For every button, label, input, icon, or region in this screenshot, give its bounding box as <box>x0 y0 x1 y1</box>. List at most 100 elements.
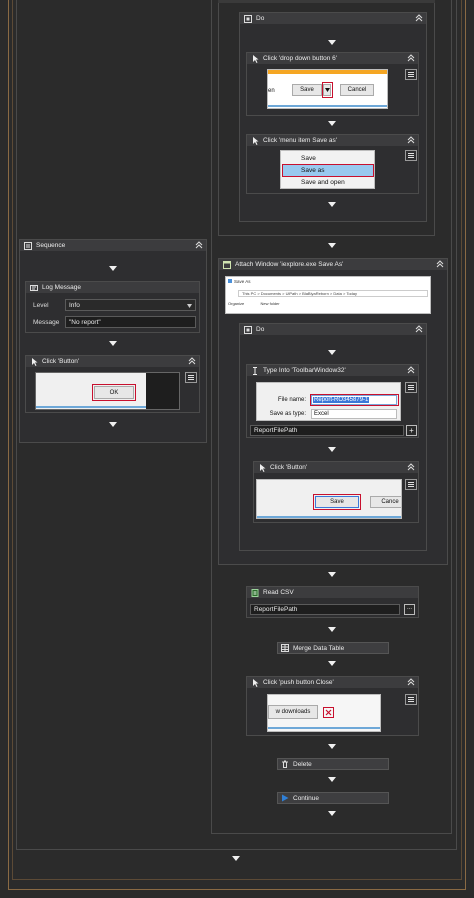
activity-menu-button[interactable] <box>405 150 417 161</box>
cursor-icon <box>30 357 38 366</box>
cancel-button[interactable]: Cancel <box>340 84 374 96</box>
attach-window-title: Attach Window 'iexplore.exe Save As' <box>235 261 344 268</box>
flow-arrow-icon <box>328 243 336 248</box>
continue-activity[interactable]: Continue <box>277 792 389 804</box>
save-as-window-icon <box>228 279 232 283</box>
outer-frame-left <box>8 0 9 890</box>
click-close-activity[interactable]: Click 'push button Close' w downloads <box>246 676 419 736</box>
flow-arrow-icon <box>109 422 117 427</box>
save-button[interactable]: Save <box>292 84 322 96</box>
browse-button[interactable]: ... <box>404 604 415 615</box>
activity-menu-button[interactable] <box>185 372 197 383</box>
read-csv-title: Read CSV <box>263 589 294 596</box>
flow-arrow-icon <box>328 777 336 782</box>
click-menu-header[interactable]: Click 'menu item Save as' <box>247 135 418 146</box>
ok-screenshot-frame: OK <box>35 372 180 410</box>
sequence-icon <box>24 241 32 250</box>
collapse-icon[interactable] <box>407 366 415 374</box>
collapse-icon[interactable] <box>415 14 423 22</box>
collapse-icon[interactable] <box>407 463 415 471</box>
click-dropdown-header[interactable]: Click 'drop down button 6' <box>247 53 418 64</box>
shot-bottom-stripe <box>268 727 380 729</box>
collapse-icon[interactable] <box>195 241 203 249</box>
cancel-button[interactable]: Cance <box>370 496 401 508</box>
type-into-activity[interactable]: Type Into 'ToolbarWindow32' File name: R… <box>246 364 419 438</box>
add-expression-button[interactable]: + <box>406 425 417 436</box>
ok-screenshot: OK <box>36 373 146 409</box>
play-icon <box>281 794 289 802</box>
cursor-icon <box>251 136 259 145</box>
save-button-screenshot: Save Cance <box>256 479 402 519</box>
menu-item-save[interactable]: Save <box>283 153 373 164</box>
click-save-header[interactable]: Click 'Button' <box>254 462 418 473</box>
merge-data-table-activity[interactable]: Merge Data Table <box>277 642 389 654</box>
file-name-screenshot: File name: Report-RO345879-1 Save as typ… <box>256 382 401 421</box>
read-csv-header[interactable]: Read CSV <box>247 587 418 598</box>
click-save-activity[interactable]: Click 'Button' Save Cance <box>253 461 419 523</box>
level-select[interactable]: Info <box>65 299 196 311</box>
save-as-window-screenshot: Save As This PC > Documents > UiPath > B… <box>225 276 431 314</box>
save-as-type-select[interactable]: Excel <box>311 409 397 419</box>
window-icon <box>223 260 231 269</box>
shot-left-text: en <box>268 88 275 94</box>
type-into-text-input[interactable]: ReportFilePath <box>250 425 404 436</box>
inner-frame-bottom <box>12 879 462 880</box>
flow-arrow-icon <box>328 447 336 452</box>
close-icon[interactable] <box>323 707 334 718</box>
collapse-icon[interactable] <box>407 678 415 686</box>
do-inner-header[interactable]: Do <box>240 324 426 335</box>
do-header[interactable]: Do <box>240 13 426 24</box>
activity-menu-button[interactable] <box>405 479 417 490</box>
delete-activity[interactable]: Delete <box>277 758 389 770</box>
table-icon <box>281 644 289 652</box>
main-sequence-left <box>211 0 212 834</box>
message-input[interactable]: "No report" <box>65 316 196 328</box>
do-icon <box>244 14 252 23</box>
click-menu-save-as-activity[interactable]: Click 'menu item Save as' Save Save as S… <box>246 134 419 194</box>
flowchart-panel-right <box>456 0 457 850</box>
do-inner-title: Do <box>256 326 265 333</box>
click-save-title: Click 'Button' <box>270 464 308 471</box>
shot-address-bar: This PC > Documents > UiPath > BlaBlyaRe… <box>238 290 428 297</box>
attach-window-header[interactable]: Attach Window 'iexplore.exe Save As' <box>219 259 447 270</box>
flow-arrow-icon <box>109 266 117 271</box>
log-message-header[interactable]: Log Message <box>26 282 199 293</box>
shot-bottom-stripe <box>257 516 401 518</box>
shot-bottom-stripe <box>268 105 387 107</box>
flow-arrow-icon <box>328 627 336 632</box>
menu-item-save-and-open[interactable]: Save and open <box>283 177 373 188</box>
click-ok-activity[interactable]: Click 'Button' OK <box>25 355 200 413</box>
collapse-icon[interactable] <box>188 357 196 365</box>
activity-menu-button[interactable] <box>405 694 417 705</box>
read-csv-activity[interactable]: Read CSV ReportFilePath ... <box>246 586 419 618</box>
activity-menu-button[interactable] <box>405 69 417 80</box>
close-screenshot: w downloads <box>267 694 381 732</box>
flow-arrow-icon <box>328 121 336 126</box>
flow-arrow-icon <box>328 661 336 666</box>
try-block-bottom <box>218 235 435 236</box>
file-name-label: File name: <box>277 397 306 403</box>
outer-frame-right <box>465 0 466 890</box>
sequence-header[interactable]: Sequence <box>20 240 206 251</box>
main-sequence-bottom <box>211 833 452 834</box>
sequence-title: Sequence <box>36 242 66 249</box>
type-into-header[interactable]: Type Into 'ToolbarWindow32' <box>247 365 418 376</box>
target-highlight <box>322 82 333 98</box>
click-dropdown-activity[interactable]: Click 'drop down button 6' en Save Cance… <box>246 52 419 116</box>
click-menu-title: Click 'menu item Save as' <box>263 137 338 144</box>
collapse-icon[interactable] <box>415 325 423 333</box>
main-sequence-right <box>451 0 452 834</box>
click-close-header[interactable]: Click 'push button Close' <box>247 677 418 688</box>
log-message-title: Log Message <box>42 284 82 291</box>
collapse-icon[interactable] <box>436 260 444 268</box>
collapse-icon[interactable] <box>407 136 415 144</box>
activity-menu-button[interactable] <box>405 382 417 393</box>
target-highlight <box>313 494 361 510</box>
csv-file-icon <box>251 588 259 597</box>
log-icon <box>30 284 38 292</box>
click-ok-header[interactable]: Click 'Button' <box>26 356 199 367</box>
log-message-activity[interactable]: Log Message Level Info Message "No repor… <box>25 281 200 333</box>
read-csv-path-input[interactable]: ReportFilePath <box>250 604 400 615</box>
collapse-icon[interactable] <box>407 54 415 62</box>
view-downloads-button[interactable]: w downloads <box>268 705 318 719</box>
